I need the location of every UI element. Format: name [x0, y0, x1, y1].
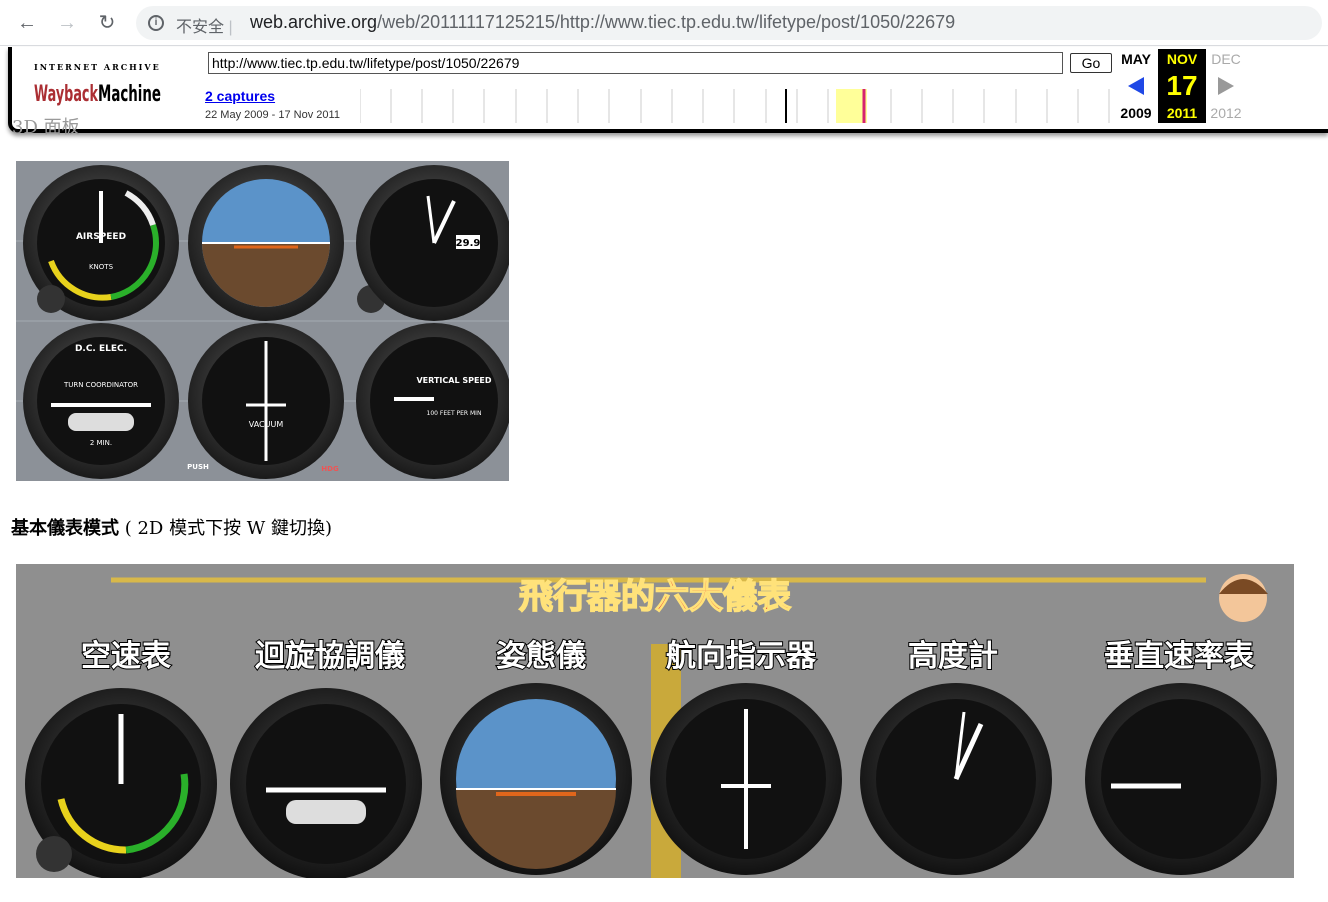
- capture-range: 22 May 2009 - 17 Nov 2011: [205, 109, 340, 121]
- instrument-panel-image: AIRSPEED KNOTS 29.9 D.C. ELEC. TURN COOR…: [16, 161, 509, 481]
- turn-coordinator-label: TURN COORDINATOR: [63, 381, 138, 389]
- wayback-logo-caption: INTERNET ARCHIVE: [34, 62, 161, 72]
- url-text[interactable]: web.archive.org/web/20111117125215/http:…: [250, 12, 955, 33]
- browser-toolbar: ← → ↻ i 不安全 | web.archive.org/web/201111…: [0, 0, 1328, 46]
- next-capture[interactable]: DEC 2012: [1202, 49, 1250, 123]
- wayback-logo[interactable]: Wayback Machine: [34, 75, 162, 107]
- reload-icon[interactable]: ↻: [94, 10, 120, 36]
- wayback-toolbar: INTERNET ARCHIVE Wayback Machine http://…: [8, 47, 1328, 133]
- prev-capture[interactable]: MAY 2009: [1112, 49, 1160, 123]
- label-heading: 航向指示器: [666, 639, 817, 674]
- push-label: PUSH: [187, 463, 209, 471]
- altimeter-setting: 29.9: [456, 238, 481, 249]
- knots-label: KNOTS: [89, 263, 114, 271]
- feet-per-min-label: 100 FEET PER MIN: [427, 410, 482, 417]
- vertical-speed-label: VERTICAL SPEED: [416, 376, 491, 385]
- vacuum-label: VACUUM: [249, 420, 284, 429]
- go-button[interactable]: Go: [1070, 53, 1112, 73]
- label-vertical-speed: 垂直速率表: [1104, 639, 1254, 674]
- info-icon[interactable]: i: [148, 15, 164, 31]
- next-arrow-icon[interactable]: [1218, 77, 1234, 95]
- two-min-label: 2 MIN.: [90, 439, 112, 447]
- section-heading-3d: 3D 面板: [12, 117, 80, 138]
- label-altimeter: 高度計: [908, 639, 998, 674]
- svg-text:Machine: Machine: [98, 82, 161, 107]
- banner-title: 飛行器的六大儀表: [519, 577, 791, 617]
- captures-link[interactable]: 2 captures: [205, 88, 275, 104]
- six-instruments-banner: 飛行器的六大儀表 空速表 迴旋協調儀 姿態儀 航向指示器 高度計 垂直速率表: [16, 564, 1294, 878]
- prev-arrow-icon[interactable]: [1128, 77, 1144, 95]
- svg-text:Wayback: Wayback: [34, 82, 99, 107]
- forward-arrow-icon[interactable]: →: [54, 10, 80, 36]
- dc-elec-label: D.C. ELEC.: [75, 344, 127, 354]
- hdg-label: HDG: [321, 465, 339, 473]
- back-arrow-icon[interactable]: ←: [14, 10, 40, 36]
- label-airspeed: 空速表: [81, 639, 171, 674]
- caption: 基本儀表模式 ( 2D 模式下按 W 鍵切換): [11, 518, 333, 539]
- capture-sparkline[interactable]: [360, 89, 1110, 123]
- security-label: 不安全 |: [176, 19, 233, 36]
- current-capture: NOV 17 2011: [1158, 49, 1206, 123]
- address-bar[interactable]: i 不安全 | web.archive.org/web/201111171252…: [136, 6, 1322, 40]
- wayback-url-input[interactable]: http://www.tiec.tp.edu.tw/lifetype/post/…: [208, 52, 1063, 74]
- label-attitude: 姿態儀: [496, 639, 586, 674]
- label-turn-coordinator: 迴旋協調儀: [255, 639, 405, 674]
